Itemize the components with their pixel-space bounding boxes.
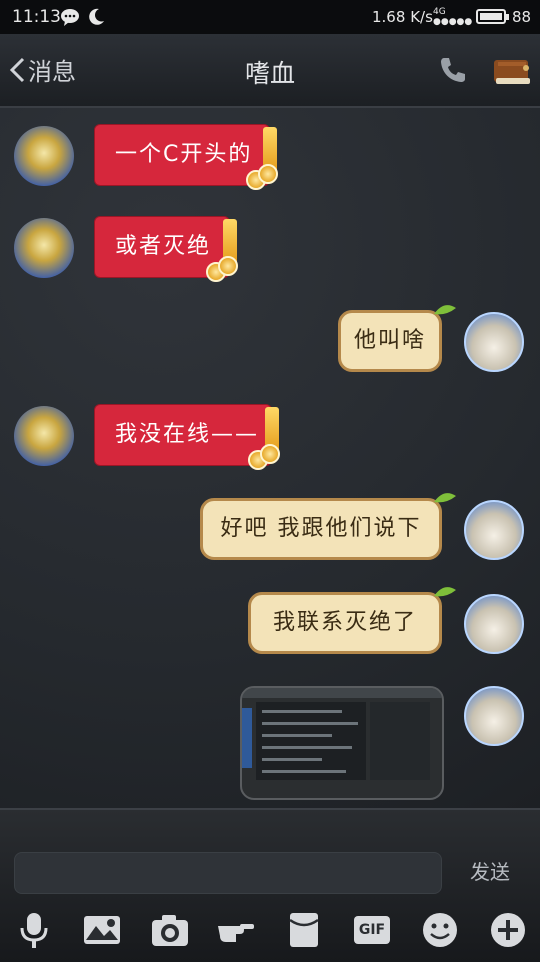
my-avatar[interactable]: [464, 594, 524, 654]
network-speed-unit: K/s: [410, 8, 433, 26]
chat-area[interactable]: 一个C开头的 或者灭绝 他叫啥 我没在线—— 好吧 我跟他们说下 我联系灭绝了: [0, 108, 540, 808]
my-avatar[interactable]: [464, 686, 524, 746]
battery-icon: [476, 9, 509, 24]
message-input[interactable]: [14, 852, 442, 894]
message-text: 我没在线——: [115, 422, 260, 447]
contact-avatar[interactable]: [14, 218, 74, 278]
chat-header: 消息 嗜血: [0, 34, 540, 108]
back-label: 消息: [28, 58, 76, 86]
network-type: 4G: [433, 7, 446, 17]
send-button[interactable]: 发送: [470, 856, 510, 885]
message-bubble-incoming[interactable]: 一个C开头的: [94, 124, 277, 186]
chevron-left-icon: [9, 57, 25, 82]
image-icon[interactable]: [82, 910, 122, 950]
back-button[interactable]: 消息: [8, 52, 76, 87]
message-text: 一个C开头的: [115, 142, 253, 167]
my-avatar[interactable]: [464, 500, 524, 560]
profile-book-icon[interactable]: [490, 54, 534, 88]
coin-decoration-icon: [260, 444, 280, 464]
status-bar: 11:13 1.68 K/s 4G ●●●●● 88: [0, 0, 540, 34]
red-packet-icon[interactable]: [284, 910, 324, 950]
status-time: 11:13: [12, 7, 61, 27]
network-speed: 1.68: [372, 8, 406, 26]
emoji-icon[interactable]: [420, 910, 460, 950]
gif-label: GIF: [354, 916, 390, 944]
contact-avatar[interactable]: [14, 406, 74, 466]
message-bubble-outgoing[interactable]: 他叫啥: [338, 310, 442, 372]
my-avatar[interactable]: [464, 312, 524, 372]
coin-decoration-icon: [218, 256, 238, 276]
gif-icon[interactable]: GIF: [352, 910, 392, 950]
image-message[interactable]: [240, 686, 444, 800]
contact-avatar[interactable]: [14, 126, 74, 186]
message-text: 好吧 我跟他们说下: [220, 516, 422, 541]
message-text: 或者灭绝: [115, 234, 212, 259]
leaf-decoration-icon: [434, 305, 456, 315]
message-bubble-incoming[interactable]: 我没在线——: [94, 404, 279, 466]
moon-icon: [89, 8, 104, 25]
microphone-icon[interactable]: [14, 910, 54, 950]
chat-notification-icon: [61, 9, 79, 26]
message-text: 我联系灭绝了: [272, 610, 417, 635]
camera-icon[interactable]: [150, 910, 190, 950]
phone-icon[interactable]: [436, 54, 468, 86]
signal-icon: ●●●●●: [433, 17, 473, 27]
input-bar: 发送 GIF: [0, 808, 540, 962]
message-text: 他叫啥: [353, 328, 426, 353]
leaf-decoration-icon: [434, 493, 456, 503]
leaf-decoration-icon: [434, 587, 456, 597]
poke-hand-icon[interactable]: [216, 910, 256, 950]
message-bubble-outgoing[interactable]: 好吧 我跟他们说下: [200, 498, 442, 560]
plus-icon[interactable]: [488, 910, 528, 950]
battery-level: 88: [512, 8, 532, 26]
message-bubble-outgoing[interactable]: 我联系灭绝了: [248, 592, 442, 654]
coin-decoration-icon: [258, 164, 278, 184]
